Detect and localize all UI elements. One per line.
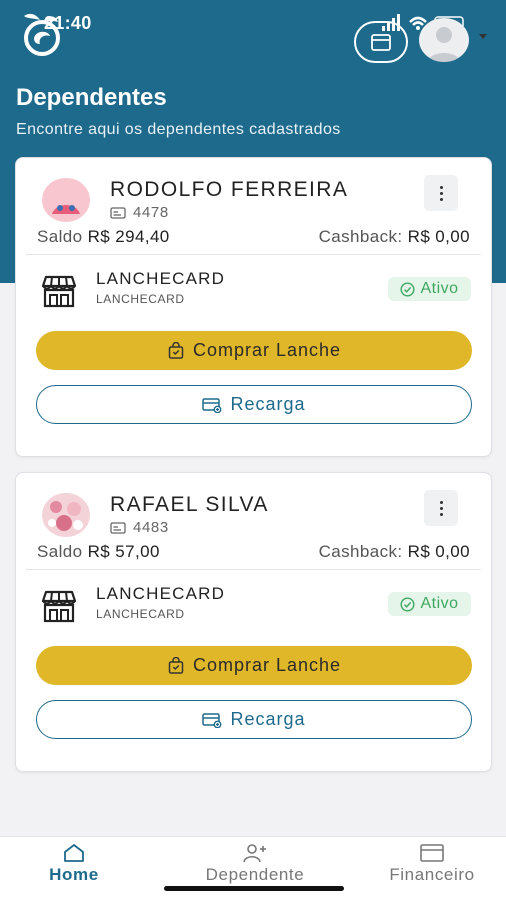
more-options-button[interactable] <box>424 490 458 526</box>
buy-snack-button[interactable]: Comprar Lanche <box>36 646 472 685</box>
more-vertical-icon <box>439 500 443 504</box>
id-card-icon <box>110 521 126 534</box>
status-label: Ativo <box>420 280 459 297</box>
more-options-button[interactable] <box>424 175 458 211</box>
more-vertical-icon <box>439 185 443 189</box>
dependent-name: RODOLFO FERREIRA <box>110 178 349 201</box>
home-indicator <box>164 886 344 891</box>
calendar-icon <box>371 34 391 51</box>
cashback-label: Cashback: <box>318 542 403 561</box>
dependent-card: RAFAEL SILVA 4483 Saldo R$ 57,00 Cashbac… <box>15 472 492 772</box>
status-time: 21:40 <box>44 13 92 33</box>
product-name: LANCHECARD <box>96 584 226 603</box>
divider <box>26 569 481 570</box>
user-avatar-icon <box>428 27 460 62</box>
nav-item-dependente[interactable]: Dependente <box>195 843 315 885</box>
cashback: Cashback: R$ 0,00 <box>319 542 470 562</box>
calendar-button[interactable] <box>354 21 408 63</box>
balance: Saldo R$ 57,00 <box>37 542 160 562</box>
nav-item-financeiro[interactable]: Financeiro <box>372 843 492 885</box>
recharge-label: Recarga <box>230 709 306 729</box>
buy-snack-button[interactable]: Comprar Lanche <box>36 331 472 370</box>
check-circle-icon <box>400 596 415 612</box>
balance: Saldo R$ 294,40 <box>37 227 170 247</box>
dependent-id: 4483 <box>133 519 169 536</box>
product-subtitle: LANCHECARD <box>96 607 185 621</box>
wallet-icon <box>420 844 444 862</box>
dependent-id-row: 4483 <box>110 519 169 536</box>
recharge-label: Recarga <box>230 394 306 414</box>
cashback-label: Cashback: <box>318 227 403 246</box>
recharge-button[interactable]: Recarga <box>36 385 472 424</box>
store-icon <box>41 275 77 308</box>
buy-snack-label: Comprar Lanche <box>192 340 342 360</box>
nav-label-home: Home <box>49 865 99 884</box>
dependent-avatar <box>42 178 90 222</box>
balance-value: R$ 294,40 <box>87 227 170 246</box>
dependent-id-row: 4478 <box>110 204 169 221</box>
nav-label-dependente: Dependente <box>205 865 305 884</box>
page-title: Dependentes <box>16 84 167 111</box>
dependent-name: RAFAEL SILVA <box>110 493 269 516</box>
balance-label: Saldo <box>37 227 83 246</box>
check-circle-icon <box>400 281 415 297</box>
product-name: LANCHECARD <box>96 269 226 288</box>
nav-label-financeiro: Financeiro <box>389 865 475 884</box>
home-icon <box>64 844 84 862</box>
buy-snack-label: Comprar Lanche <box>192 655 342 675</box>
recharge-card-icon <box>202 397 222 413</box>
shopping-bag-icon <box>168 341 184 359</box>
cashback-value: R$ 0,00 <box>407 542 470 561</box>
dependent-avatar <box>42 493 90 537</box>
dependent-id: 4478 <box>133 204 169 221</box>
dependent-card: RODOLFO FERREIRA 4478 Saldo R$ 294,40 Ca… <box>15 157 492 457</box>
status-label: Ativo <box>420 595 459 612</box>
chevron-down-icon[interactable] <box>479 34 487 39</box>
cashback-value: R$ 0,00 <box>407 227 470 246</box>
recharge-card-icon <box>202 712 222 728</box>
recharge-button[interactable]: Recarga <box>36 700 472 739</box>
nav-item-home[interactable]: Home <box>14 843 134 885</box>
cashback: Cashback: R$ 0,00 <box>319 227 470 247</box>
profile-avatar-button[interactable] <box>419 18 469 62</box>
shopping-bag-icon <box>168 656 184 674</box>
page-subtitle: Encontre aqui os dependentes cadastrados <box>16 121 341 138</box>
balance-label: Saldo <box>37 542 83 561</box>
balance-value: R$ 57,00 <box>87 542 160 561</box>
status-badge: Ativo <box>388 277 471 301</box>
id-card-icon <box>110 206 126 219</box>
divider <box>26 254 481 255</box>
add-user-icon <box>243 844 266 863</box>
status-badge: Ativo <box>388 592 471 616</box>
store-icon <box>41 590 77 623</box>
product-subtitle: LANCHECARD <box>96 292 185 306</box>
